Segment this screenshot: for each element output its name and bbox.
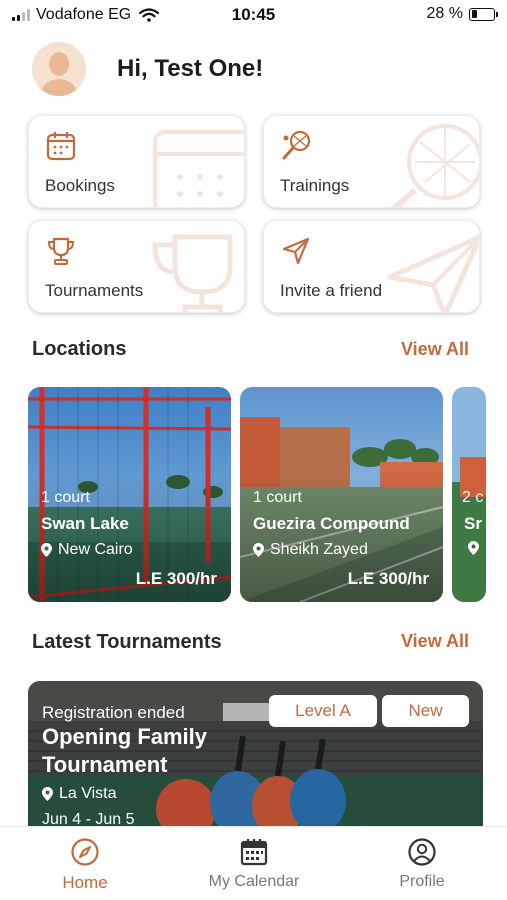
location-courts: 1 court — [253, 489, 302, 506]
location-courts: 1 court — [41, 489, 90, 506]
location-pin-icon — [42, 787, 53, 801]
bookings-card[interactable]: Bookings — [28, 115, 245, 208]
invite-friend-label: Invite a friend — [280, 281, 383, 300]
bookings-label: Bookings — [45, 176, 115, 195]
calendar-grid-icon — [240, 839, 268, 866]
location-name: Swan Lake — [41, 514, 129, 533]
nav-home[interactable]: Home — [20, 837, 150, 893]
racket-watermark-icon — [391, 124, 479, 207]
location-area: New Cairo — [41, 541, 133, 559]
locations-title: Locations — [32, 338, 127, 360]
tournament-dates: Jun 4 - Jun 5 — [42, 811, 135, 826]
new-badge: New — [382, 695, 469, 727]
nav-profile-label: Profile — [399, 873, 445, 890]
location-card[interactable]: 2 c Sr — [452, 387, 486, 602]
nav-my-calendar[interactable]: My Calendar — [189, 837, 319, 891]
location-card[interactable]: 1 court Guezira Compound Sheikh Zayed L.… — [240, 387, 443, 602]
trophy-watermark-icon — [152, 234, 233, 312]
location-area-label: New Cairo — [58, 541, 133, 558]
location-pin-icon — [253, 543, 264, 557]
status-bar: Vodafone EG 10:45 28 % — [0, 0, 507, 30]
tournament-status: Registration ended — [42, 703, 185, 722]
racket-icon — [282, 130, 311, 160]
location-price: L.E 300/hr — [135, 569, 217, 588]
location-name: Sr — [464, 514, 482, 533]
nav-my-calendar-label: My Calendar — [208, 873, 300, 890]
level-badge: Level A — [269, 695, 377, 727]
tournaments-title: Latest Tournaments — [32, 631, 222, 653]
person-icon — [32, 42, 86, 96]
tournaments-label: Tournaments — [45, 281, 144, 300]
nav-home-label: Home — [62, 873, 108, 892]
trainings-label: Trainings — [280, 176, 350, 195]
compass-icon — [71, 838, 99, 866]
tournament-location-label: La Vista — [59, 785, 117, 802]
location-pin-icon — [41, 543, 52, 557]
location-pin-icon — [468, 541, 479, 555]
trophy-icon — [47, 237, 75, 265]
nav-profile[interactable]: Profile — [357, 837, 487, 891]
location-area: Sheikh Zayed — [253, 541, 368, 559]
tournament-location: La Vista — [42, 785, 117, 803]
tournaments-view-all-link[interactable]: View All — [401, 631, 469, 652]
tournament-card[interactable]: Registration ended Opening Family Tourna… — [28, 681, 483, 826]
trainings-card[interactable]: Trainings — [263, 115, 480, 208]
location-price: L.E 300/hr — [347, 569, 429, 588]
tournaments-card[interactable]: Tournaments — [28, 220, 245, 313]
battery-icon — [469, 7, 498, 21]
user-circle-icon — [408, 838, 436, 866]
battery-percent: 28 % — [426, 5, 463, 22]
bottom-nav: Home My Calendar Profile — [0, 826, 507, 900]
tournament-name: Opening Family Tournament — [42, 724, 208, 777]
calendar-watermark-icon — [153, 130, 244, 207]
calendar-icon — [46, 132, 76, 161]
locations-view-all-link[interactable]: View All — [401, 339, 469, 360]
invite-friend-card[interactable]: Invite a friend — [263, 220, 480, 313]
location-area-label: Sheikh Zayed — [270, 541, 368, 558]
location-courts: 2 c — [462, 489, 484, 506]
paper-plane-watermark-icon — [387, 234, 479, 312]
status-right: 28 % — [426, 5, 498, 23]
greeting-title: Hi, Test One! — [117, 55, 264, 82]
avatar[interactable] — [32, 42, 86, 96]
location-name: Guezira Compound — [253, 514, 410, 533]
location-card[interactable]: 1 court Swan Lake New Cairo L.E 300/hr — [28, 387, 231, 602]
location-area — [468, 541, 479, 555]
paper-plane-icon — [282, 237, 310, 265]
